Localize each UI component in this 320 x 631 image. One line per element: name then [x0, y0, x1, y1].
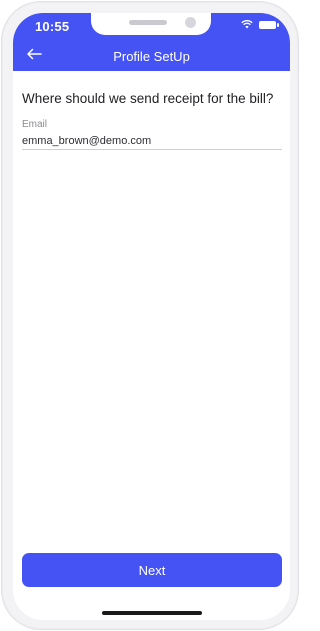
screen: 10:55 Profile SetUp Where should we send… [13, 13, 290, 620]
status-time: 10:55 [35, 19, 70, 34]
notch [91, 13, 211, 35]
email-label: Email [22, 119, 48, 130]
status-icons [241, 16, 279, 34]
wifi-icon [241, 16, 253, 34]
page-title: Profile SetUp [113, 49, 190, 64]
speaker-grille [129, 20, 167, 25]
front-camera [185, 17, 196, 28]
app-header: 10:55 Profile SetUp [13, 13, 290, 71]
home-indicator [102, 611, 202, 615]
battery-icon [259, 21, 279, 29]
email-field[interactable] [22, 133, 282, 150]
phone-frame: 10:55 Profile SetUp Where should we send… [1, 1, 299, 630]
next-button[interactable]: Next [22, 553, 282, 587]
question-text: Where should we send receipt for the bil… [22, 91, 274, 106]
